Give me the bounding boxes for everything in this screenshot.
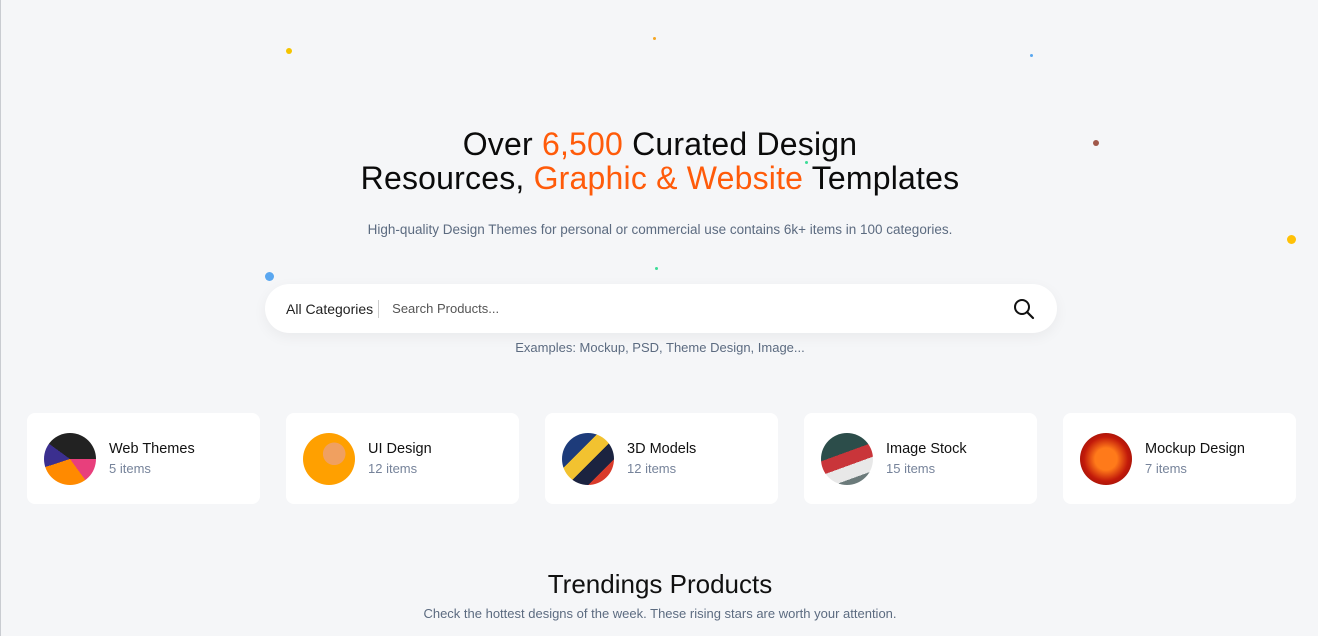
category-thumbnail	[1080, 432, 1132, 485]
search-icon[interactable]	[1013, 298, 1035, 320]
category-thumbnail	[303, 432, 355, 485]
category-title: Image Stock	[886, 440, 967, 457]
category-count: 7 items	[1145, 460, 1187, 476]
category-title: 3D Models	[627, 440, 697, 457]
category-thumbnail	[562, 432, 614, 485]
category-title: Web Themes	[109, 440, 195, 457]
decor-dot	[655, 267, 658, 270]
title-highlight: Graphic & Website	[533, 160, 804, 196]
trending-title: Trendings Products	[547, 569, 773, 599]
category-select[interactable]: All Categories	[286, 299, 380, 318]
category-count: 15 items	[886, 460, 936, 476]
search-bar: All Categories	[265, 284, 1057, 333]
category-thumbnail	[44, 432, 96, 485]
search-examples: Examples: Mockup, PSD, Theme Design, Ima…	[515, 340, 805, 355]
hero-title: Over 6,500 Curated Design Resources, Gra…	[1, 127, 1318, 195]
category-count: 5 items	[109, 460, 151, 476]
title-text: Templates	[803, 160, 960, 196]
decor-dot	[286, 48, 292, 54]
category-card-image-stock[interactable]: Image Stock 15 items	[804, 413, 1037, 504]
category-card-ui-design[interactable]: UI Design 12 items	[286, 413, 519, 504]
category-count: 12 items	[368, 460, 418, 476]
category-card-web-themes[interactable]: Web Themes 5 items	[27, 413, 260, 504]
title-text: Resources,	[360, 160, 534, 196]
category-card-3d-models[interactable]: 3D Models 12 items	[545, 413, 778, 504]
decor-dot	[1030, 54, 1033, 57]
category-title: UI Design	[368, 440, 432, 457]
decor-dot	[653, 37, 656, 40]
title-text: Curated Design	[623, 126, 858, 162]
trending-subtitle: Check the hottest designs of the week. T…	[423, 606, 897, 621]
title-highlight: 6,500	[541, 126, 624, 162]
category-thumbnail	[821, 432, 873, 485]
category-card-mockup-design[interactable]: Mockup Design 7 items	[1063, 413, 1296, 504]
decor-dot	[265, 272, 274, 281]
category-title: Mockup Design	[1145, 440, 1245, 457]
hero-subtitle: High-quality Design Themes for personal …	[367, 222, 953, 237]
search-input[interactable]	[392, 301, 1013, 316]
title-text: Over	[462, 126, 542, 162]
category-count: 12 items	[627, 460, 677, 476]
